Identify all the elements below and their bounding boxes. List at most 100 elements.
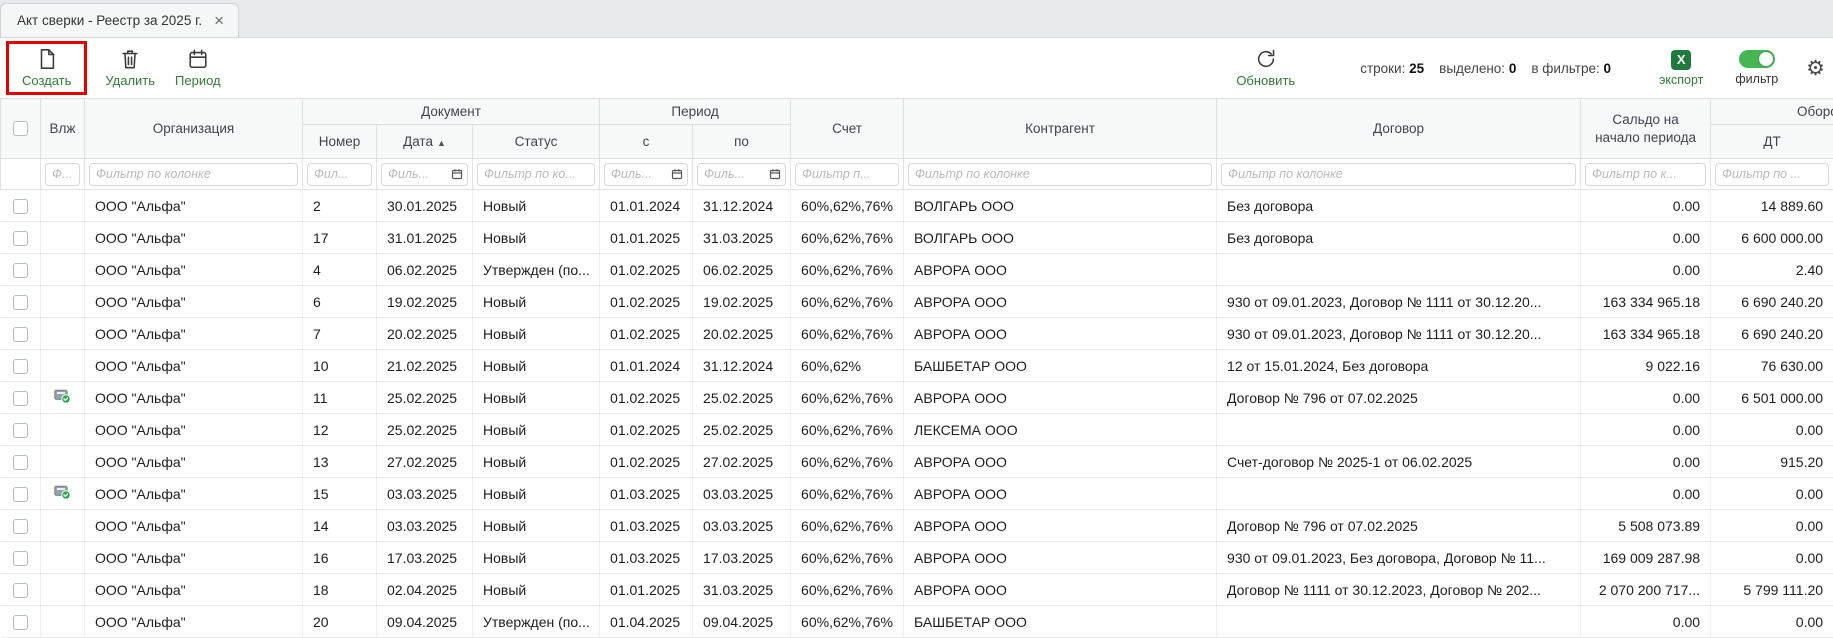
cell-to: 06.02.2025 (693, 254, 791, 286)
row-checkbox[interactable] (13, 423, 28, 438)
cell-saldo: 0.00 (1581, 222, 1711, 254)
row-checkbox[interactable] (13, 295, 28, 310)
row-checkbox-cell (1, 478, 41, 510)
filter-toggle[interactable] (1739, 50, 1775, 68)
settings-gear-icon[interactable]: ⚙ (1806, 58, 1825, 79)
col-header-contragent[interactable]: Контрагент (904, 99, 1217, 159)
col-header-saldo[interactable]: Сальдо на начало периода (1581, 99, 1711, 159)
cell-date: 03.03.2025 (377, 510, 473, 542)
cell-organization: ООО "Альфа" (85, 222, 303, 254)
to-filter-input[interactable] (697, 163, 786, 186)
table-row[interactable]: ООО "Альфа" 4 06.02.2025 Утвержден (по..… (1, 254, 1833, 286)
filter-cell-organization (85, 159, 303, 190)
col-header-attachments[interactable]: Влж (41, 99, 85, 159)
row-checkbox[interactable] (13, 487, 28, 502)
cell-status: Новый (473, 542, 600, 574)
cell-contragent: АВРОРА ООО (904, 446, 1217, 478)
table-row[interactable]: ООО "Альфа" 17 31.01.2025 Новый 01.01.20… (1, 222, 1833, 254)
contract-filter-input[interactable] (1221, 163, 1576, 186)
refresh-button[interactable]: Обновить (1226, 45, 1305, 91)
table-row[interactable]: ООО "Альфа" 2 30.01.2025 Новый 01.01.202… (1, 190, 1833, 222)
cell-status: Новый (473, 382, 600, 414)
row-checkbox[interactable] (13, 199, 28, 214)
table-row[interactable]: ООО "Альфа" 16 17.03.2025 Новый 01.03.20… (1, 542, 1833, 574)
cell-number: 11 (303, 382, 377, 414)
tab-act-sverki[interactable]: Акт сверки - Реестр за 2025 г. × (0, 3, 239, 37)
number-filter-input[interactable] (307, 163, 372, 186)
create-button-label: Создать (22, 73, 71, 88)
export-button[interactable]: X экспорт (1659, 50, 1703, 87)
col-header-number[interactable]: Номер (303, 125, 377, 159)
refresh-button-label: Обновить (1236, 73, 1295, 88)
cell-saldo: 163 334 965.18 (1581, 286, 1711, 318)
filter-toggle-label: фильтр (1735, 72, 1778, 86)
col-header-to[interactable]: по (693, 125, 791, 159)
cell-dt: 0.00 (1711, 542, 1833, 574)
cell-account: 60%,62%,76% (791, 478, 904, 510)
from-filter-input[interactable] (604, 163, 688, 186)
contragent-filter-input[interactable] (908, 163, 1212, 186)
cell-dt: 76 630.00 (1711, 350, 1833, 382)
organization-filter-input[interactable] (89, 163, 298, 186)
period-button[interactable]: Период (165, 45, 231, 91)
row-checkbox[interactable] (13, 583, 28, 598)
account-filter-input[interactable] (795, 163, 899, 186)
col-header-account[interactable]: Счет (791, 99, 904, 159)
col-header-from[interactable]: с (600, 125, 693, 159)
table-row[interactable]: ООО "Альфа" 13 27.02.2025 Новый 01.02.20… (1, 446, 1833, 478)
col-header-contract[interactable]: Договор (1217, 99, 1581, 159)
cell-contract: Договор № 796 от 07.02.2025 (1217, 382, 1581, 414)
row-checkbox[interactable] (13, 231, 28, 246)
row-checkbox[interactable] (13, 263, 28, 278)
create-button[interactable]: Создать (12, 45, 81, 91)
row-checkbox[interactable] (13, 519, 28, 534)
cell-contract: Договор № 796 от 07.02.2025 (1217, 510, 1581, 542)
date-filter-input[interactable] (381, 163, 468, 186)
cell-number: 17 (303, 222, 377, 254)
grid-stats: строки: 25 выделено: 0 в фильтре: 0 (1360, 61, 1611, 76)
row-attachments-cell (41, 574, 85, 606)
table-row[interactable]: ООО "Альфа" 11 25.02.2025 Новый 01.02.20… (1, 382, 1833, 414)
table-row[interactable]: ООО "Альфа" 7 20.02.2025 Новый 01.02.202… (1, 318, 1833, 350)
status-filter-input[interactable] (477, 163, 595, 186)
annotation-highlight-box: Создать (6, 41, 87, 95)
row-checkbox[interactable] (13, 359, 28, 374)
cell-contragent: ВОЛГАРЬ ООО (904, 190, 1217, 222)
col-header-organization[interactable]: Организация (85, 99, 303, 159)
cell-contragent: АВРОРА ООО (904, 574, 1217, 606)
cell-to: 17.03.2025 (693, 542, 791, 574)
table-row[interactable]: ООО "Альфа" 10 21.02.2025 Новый 01.01.20… (1, 350, 1833, 382)
row-checkbox[interactable] (13, 327, 28, 342)
table-row[interactable]: ООО "Альфа" 14 03.03.2025 Новый 01.03.20… (1, 510, 1833, 542)
cell-account: 60%,62%,76% (791, 286, 904, 318)
col-header-dt[interactable]: ДТ (1711, 125, 1833, 159)
filter-toggle-block: фильтр (1735, 50, 1778, 86)
dt-filter-input[interactable] (1715, 163, 1829, 186)
tab-title: Акт сверки - Реестр за 2025 г. (17, 13, 202, 28)
row-checkbox[interactable] (13, 455, 28, 470)
attachment-icon[interactable] (54, 485, 71, 500)
saldo-filter-input[interactable] (1585, 163, 1706, 186)
table-row[interactable]: ООО "Альфа" 12 25.02.2025 Новый 01.02.20… (1, 414, 1833, 446)
refresh-icon (1255, 48, 1277, 70)
tab-close-icon[interactable]: × (214, 12, 224, 29)
table-row[interactable]: ООО "Альфа" 6 19.02.2025 Новый 01.02.202… (1, 286, 1833, 318)
table-row[interactable]: ООО "Альфа" 15 03.03.2025 Новый 01.03.20… (1, 478, 1833, 510)
cell-saldo: 0.00 (1581, 382, 1711, 414)
sort-asc-icon: ▲ (437, 138, 446, 148)
attachment-icon[interactable] (54, 389, 71, 404)
cell-account: 60%,62%,76% (791, 510, 904, 542)
col-header-status[interactable]: Статус (473, 125, 600, 159)
row-checkbox[interactable] (13, 615, 28, 630)
col-header-date[interactable]: Дата▲ (377, 125, 473, 159)
cell-from: 01.02.2025 (600, 254, 693, 286)
cell-organization: ООО "Альфа" (85, 510, 303, 542)
select-all-checkbox[interactable] (13, 121, 28, 136)
row-checkbox[interactable] (13, 551, 28, 566)
cell-saldo: 163 334 965.18 (1581, 318, 1711, 350)
delete-button[interactable]: Удалить (95, 45, 165, 91)
row-checkbox-cell (1, 222, 41, 254)
row-checkbox[interactable] (13, 391, 28, 406)
table-row[interactable]: ООО "Альфа" 18 02.04.2025 Новый 01.01.20… (1, 574, 1833, 606)
attachments-filter-input[interactable] (45, 163, 80, 186)
